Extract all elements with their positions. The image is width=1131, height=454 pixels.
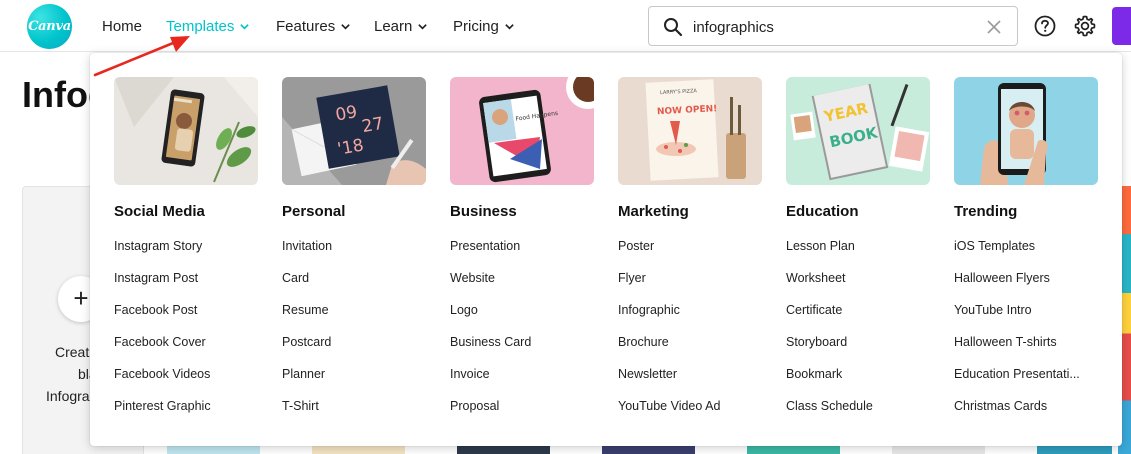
menu-item[interactable]: Halloween T-shirts — [954, 335, 1098, 367]
menu-item[interactable]: Invoice — [450, 367, 594, 399]
menu-item[interactable]: YouTube Intro — [954, 303, 1098, 335]
nav-pricing[interactable]: Pricing — [453, 0, 515, 52]
menu-item[interactable]: Certificate — [786, 303, 930, 335]
menu-item[interactable]: YouTube Video Ad — [618, 399, 762, 431]
menu-item[interactable]: Card — [282, 271, 426, 303]
templates-dropdown-menu: Social Media Instagram Story Instagram P… — [90, 53, 1122, 446]
menu-item[interactable]: Halloween Flyers — [954, 271, 1098, 303]
menu-item[interactable]: iOS Templates — [954, 239, 1098, 271]
nav-features-label: Features — [276, 17, 336, 35]
menu-item[interactable]: Logo — [450, 303, 594, 335]
menu-item[interactable]: Pinterest Graphic — [114, 399, 258, 431]
profile-button[interactable] — [1112, 7, 1131, 45]
menu-item[interactable]: Instagram Post — [114, 271, 258, 303]
menu-item[interactable]: Lesson Plan — [786, 239, 930, 271]
chevron-down-icon — [240, 23, 250, 30]
menu-item[interactable]: Proposal — [450, 399, 594, 431]
menu-item[interactable]: Poster — [618, 239, 762, 271]
search-input[interactable] — [693, 16, 973, 38]
menu-column-trending: Trending iOS Templates Halloween Flyers … — [954, 77, 1098, 431]
menu-heading[interactable]: Social Media — [114, 203, 258, 221]
menu-item[interactable]: Resume — [282, 303, 426, 335]
menu-heading[interactable]: Education — [786, 203, 930, 221]
clear-search-icon[interactable] — [985, 18, 1003, 36]
trending-thumbnail[interactable] — [954, 77, 1098, 185]
personal-thumbnail[interactable]: 09 27 '18 — [282, 77, 426, 185]
menu-item[interactable]: Planner — [282, 367, 426, 399]
menu-item[interactable]: Invitation — [282, 239, 426, 271]
menu-item[interactable]: Facebook Videos — [114, 367, 258, 399]
menu-column-business: Food Happens Business Presentation Websi… — [450, 77, 594, 431]
nav-home[interactable]: Home — [102, 0, 142, 52]
nav-home-label: Home — [102, 17, 143, 35]
nav-templates[interactable]: Templates — [166, 0, 250, 52]
menu-column-personal: 09 27 '18 Personal Invitation Card Resum… — [282, 77, 426, 431]
yearbook-image: YEAR BOOK — [786, 77, 930, 185]
menu-column-social-media: Social Media Instagram Story Instagram P… — [114, 77, 258, 431]
menu-item[interactable]: Facebook Cover — [114, 335, 258, 367]
menu-item[interactable]: Postcard — [282, 335, 426, 367]
menu-column-education: YEAR BOOK Education Lesson Plan Workshee… — [786, 77, 930, 431]
menu-heading[interactable]: Personal — [282, 203, 426, 221]
chevron-down-icon — [341, 23, 350, 30]
hand-phone-image — [954, 77, 1098, 185]
help-icon[interactable] — [1034, 15, 1056, 37]
search-icon — [664, 18, 683, 37]
nav-learn-label: Learn — [374, 17, 413, 35]
nav-features[interactable]: Features — [276, 0, 351, 52]
menu-item[interactable]: Facebook Post — [114, 303, 258, 335]
menu-item[interactable]: Presentation — [450, 239, 594, 271]
business-thumbnail[interactable]: Food Happens — [450, 77, 594, 185]
menu-item[interactable]: Worksheet — [786, 271, 930, 303]
menu-item[interactable]: Instagram Story — [114, 239, 258, 271]
menu-item[interactable]: Infographic — [618, 303, 762, 335]
menu-heading[interactable]: Marketing — [618, 203, 762, 221]
menu-item[interactable]: Christmas Cards — [954, 399, 1098, 431]
chevron-down-icon — [505, 23, 514, 30]
top-navigation-bar: Canva Home Templates Features Learn Pric… — [0, 0, 1131, 52]
menu-item[interactable]: Newsletter — [618, 367, 762, 399]
education-thumbnail[interactable]: YEAR BOOK — [786, 77, 930, 185]
search-box — [648, 6, 1018, 46]
menu-heading[interactable]: Business — [450, 203, 594, 221]
date-card-image: 09 27 '18 — [282, 77, 426, 185]
pizza-poster-image: LARRY'S PIZZA NOW OPEN! — [618, 77, 762, 185]
menu-column-marketing: LARRY'S PIZZA NOW OPEN! Marketing Poster… — [618, 77, 762, 431]
menu-item[interactable]: Business Card — [450, 335, 594, 367]
nav-pricing-label: Pricing — [453, 17, 499, 35]
phone-marble-image — [114, 77, 258, 185]
gear-icon[interactable] — [1073, 14, 1097, 38]
menu-item[interactable]: Brochure — [618, 335, 762, 367]
menu-item[interactable]: Class Schedule — [786, 399, 930, 431]
card-date-line-2: 27 — [360, 114, 385, 137]
menu-item[interactable]: Website — [450, 271, 594, 303]
canva-logo[interactable]: Canva — [27, 4, 72, 49]
social-media-thumbnail[interactable] — [114, 77, 258, 185]
menu-item[interactable]: Bookmark — [786, 367, 930, 399]
chevron-down-icon — [418, 23, 428, 30]
menu-item[interactable]: Education Presentati... — [954, 367, 1098, 399]
phone-pink-image: Food Happens — [450, 77, 594, 185]
nav-templates-label: Templates — [166, 17, 235, 35]
menu-item[interactable]: Flyer — [618, 271, 762, 303]
marketing-thumbnail[interactable]: LARRY'S PIZZA NOW OPEN! — [618, 77, 762, 185]
menu-item[interactable]: T-Shirt — [282, 399, 426, 431]
menu-item[interactable]: Storyboard — [786, 335, 930, 367]
nav-learn[interactable]: Learn — [374, 0, 428, 52]
card-date-line-1: 09 — [334, 102, 359, 125]
logo-text: Canva — [28, 19, 71, 34]
menu-heading[interactable]: Trending — [954, 203, 1098, 221]
